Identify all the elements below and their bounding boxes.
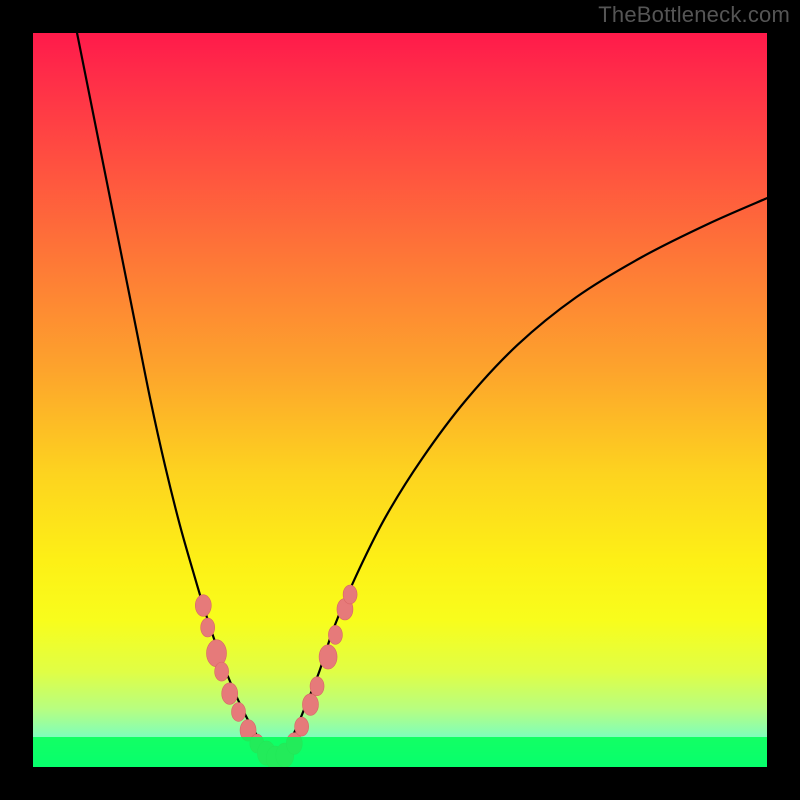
right-branch-curve — [275, 198, 767, 760]
marker-point — [319, 645, 337, 669]
marker-point — [222, 683, 238, 705]
chart-stage: TheBottleneck.com — [0, 0, 800, 800]
plot-svg — [33, 33, 767, 767]
marker-point — [195, 595, 211, 617]
marker-point — [328, 625, 342, 644]
marker-point — [215, 662, 229, 681]
marker-point — [310, 677, 324, 696]
marker-point — [201, 618, 215, 637]
marker-point — [302, 694, 318, 716]
watermark-text: TheBottleneck.com — [598, 2, 790, 28]
marker-point — [232, 703, 246, 722]
plot-area — [33, 33, 767, 767]
left-branch-curve — [77, 33, 275, 760]
no-bottleneck-band — [33, 737, 767, 767]
marker-point — [343, 585, 357, 604]
marker-point — [295, 717, 309, 736]
